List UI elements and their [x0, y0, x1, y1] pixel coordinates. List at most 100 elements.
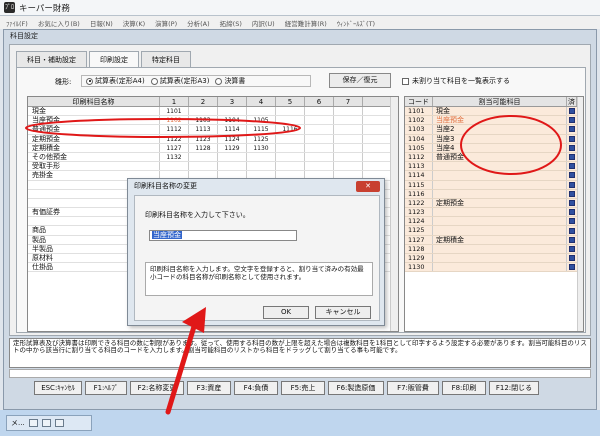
close-icon[interactable]: ✕ [356, 181, 380, 192]
f2-rename-button[interactable]: F2:名称変更 [130, 381, 184, 395]
radio-trial-a4[interactable]: 試算表(定形A4) [86, 76, 145, 86]
esc-cancel-button[interactable]: ESC:ｷｬﾝｾﾙ [34, 381, 82, 395]
unassigned-list-checkbox[interactable]: 未割り当て科目を一覧表示する [402, 76, 510, 86]
list-item[interactable]: 1123 [405, 208, 583, 218]
print-account-name[interactable]: 当座預金 [28, 116, 160, 125]
f6-manufacturing-cost-button[interactable]: F6:製造原価 [328, 381, 384, 395]
account-code-cell[interactable] [334, 107, 363, 116]
menu-item[interactable]: 内訳(U) [252, 18, 275, 28]
list-item[interactable]: 1128 [405, 244, 583, 254]
account-code-cell[interactable]: 1122 [160, 134, 189, 143]
assigned-check-icon[interactable] [567, 162, 577, 170]
f5-sales-button[interactable]: F5:売上 [281, 381, 325, 395]
print-account-name[interactable]: 普通預金 [28, 125, 160, 134]
account-code-cell[interactable] [218, 152, 247, 162]
tab-print-settings[interactable]: 印刷設定 [89, 51, 139, 67]
table-row[interactable]: 普通預金 1112 1113 1114 1115 1116 [28, 125, 398, 135]
ok-button[interactable]: OK [263, 306, 309, 319]
account-code-cell[interactable] [276, 152, 305, 162]
account-code-cell[interactable] [334, 143, 363, 152]
f1-help-button[interactable]: F1:ﾍﾙﾌﾟ [85, 381, 127, 395]
table-row[interactable]: 定期積金 1127 1128 1129 1130 [28, 143, 398, 153]
account-code-cell[interactable]: 1114 [218, 125, 247, 134]
list-item[interactable]: 1116 [405, 189, 583, 199]
menu-item[interactable]: 経営難計算(R) [285, 18, 327, 28]
assigned-check-icon[interactable] [567, 107, 577, 115]
account-code-cell[interactable] [189, 152, 218, 162]
assigned-check-icon[interactable] [567, 199, 577, 207]
list-item[interactable]: 1127 定期積金 [405, 235, 583, 245]
f8-print-button[interactable]: F8:印刷 [442, 381, 486, 395]
account-code-cell[interactable]: 1115 [247, 125, 276, 134]
f12-close-button[interactable]: F12:閉じる [489, 381, 539, 395]
assigned-check-icon[interactable] [567, 144, 577, 152]
list-item[interactable]: 1103 当座2 [405, 125, 583, 135]
radio-financial-statement[interactable]: 決算書 [215, 76, 245, 86]
table-row[interactable]: 受取手形 [28, 162, 398, 172]
assigned-check-icon[interactable] [567, 254, 577, 262]
menu-item[interactable]: 日報(N) [90, 18, 113, 28]
assigned-check-icon[interactable] [567, 135, 577, 143]
restore-icon[interactable] [28, 419, 38, 427]
menu-item[interactable]: 拓締(S) [220, 18, 242, 28]
account-code-cell[interactable] [305, 107, 334, 116]
assigned-check-icon[interactable] [567, 153, 577, 161]
assigned-check-icon[interactable] [567, 263, 577, 271]
account-code-cell[interactable] [276, 143, 305, 152]
assigned-check-icon[interactable] [567, 125, 577, 133]
account-code-cell[interactable]: 1104 [218, 116, 247, 125]
menu-item[interactable]: 決算(K) [123, 18, 145, 28]
assigned-check-icon[interactable] [567, 181, 577, 189]
print-account-name[interactable]: 受取手形 [28, 162, 160, 171]
table-row[interactable]: 定期預金 1122 1123 1124 1125 [28, 134, 398, 144]
list-item[interactable]: 1113 [405, 162, 583, 172]
assigned-check-icon[interactable] [567, 116, 577, 124]
account-code-cell[interactable]: 1102 [160, 116, 189, 125]
print-account-name[interactable]: 定期積金 [28, 143, 160, 152]
account-code-cell[interactable] [305, 162, 334, 171]
account-code-cell[interactable]: 1125 [247, 134, 276, 143]
account-code-cell[interactable] [189, 107, 218, 116]
table-row[interactable]: 現金 1101 [28, 107, 398, 117]
assigned-check-icon[interactable] [567, 236, 577, 244]
maximize-icon[interactable] [41, 419, 51, 427]
account-code-cell[interactable] [276, 134, 305, 143]
assignable-account-grid[interactable]: コード 割当可能科目 済 1101 現金 1102 当座預金 1103 当座2 1104 当座… [404, 96, 584, 332]
list-item[interactable]: 1101 現金 [405, 107, 583, 117]
account-code-cell[interactable] [218, 162, 247, 171]
account-code-cell[interactable] [276, 116, 305, 125]
account-code-cell[interactable]: 1113 [189, 125, 218, 134]
account-code-cell[interactable]: 1128 [189, 143, 218, 152]
list-item[interactable]: 1114 [405, 171, 583, 181]
account-code-cell[interactable]: 1112 [160, 125, 189, 134]
account-code-cell[interactable]: 1123 [189, 134, 218, 143]
account-code-cell[interactable] [334, 162, 363, 171]
account-code-cell[interactable]: 1116 [276, 125, 305, 134]
account-code-cell[interactable] [305, 116, 334, 125]
assigned-check-icon[interactable] [567, 217, 577, 225]
account-code-cell[interactable] [334, 116, 363, 125]
list-item[interactable]: 1105 当座4 [405, 143, 583, 153]
menu-item[interactable]: 分析(A) [187, 18, 210, 28]
account-code-cell[interactable]: 1130 [247, 143, 276, 152]
tab-account-aux[interactable]: 科目・補助設定 [16, 51, 87, 67]
print-account-name[interactable]: 定期預金 [28, 134, 160, 143]
account-code-cell[interactable]: 1129 [218, 143, 247, 152]
list-item[interactable]: 1122 定期預金 [405, 198, 583, 209]
account-code-cell[interactable] [218, 107, 247, 116]
assigned-check-icon[interactable] [567, 171, 577, 179]
tab-special-accounts[interactable]: 特定科目 [141, 51, 191, 67]
account-code-cell[interactable] [247, 107, 276, 116]
menu-item[interactable]: 演算(P) [155, 18, 177, 28]
assigned-check-icon[interactable] [567, 245, 577, 253]
account-code-cell[interactable] [160, 162, 189, 171]
account-code-cell[interactable] [305, 125, 334, 134]
table-row[interactable]: 当座預金 1102 1103 1104 1105 [28, 116, 398, 126]
account-code-cell[interactable] [247, 152, 276, 162]
list-item[interactable]: 1104 当座3 [405, 134, 583, 144]
account-code-cell[interactable] [305, 143, 334, 152]
account-code-cell[interactable] [305, 134, 334, 143]
assigned-check-icon[interactable] [567, 190, 577, 198]
menu-item[interactable]: お気に入り(B) [38, 18, 80, 28]
menu-item[interactable]: ｳｨﾝﾄﾞｰﾙｽﾞ(T) [337, 18, 375, 28]
